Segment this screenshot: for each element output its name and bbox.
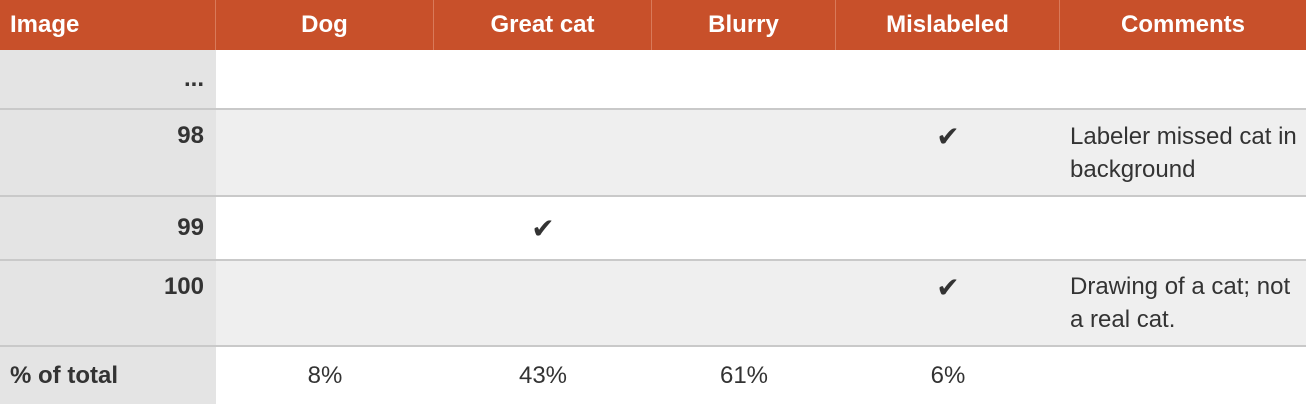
mislabeled-cell bbox=[836, 50, 1060, 110]
column-header-mislabeled: Mislabeled bbox=[836, 0, 1060, 50]
mislabeled-check: ✔ bbox=[836, 261, 1060, 347]
row-index-cell: 99 bbox=[0, 197, 216, 261]
error-analysis-table: Image Dog Great cat Blurry Mislabeled Co… bbox=[0, 0, 1306, 404]
dog-total: 8% bbox=[216, 347, 434, 404]
totals-label: % of total bbox=[0, 347, 216, 404]
mislabeled-total: 6% bbox=[836, 347, 1060, 404]
blurry-cell bbox=[652, 50, 836, 110]
great-cat-total: 43% bbox=[434, 347, 652, 404]
column-header-great-cat: Great cat bbox=[434, 0, 652, 50]
dog-cell bbox=[216, 197, 434, 261]
mislabeled-cell bbox=[836, 197, 1060, 261]
comment-cell: Drawing of a cat; not a real cat. bbox=[1060, 261, 1306, 347]
great-cat-cell bbox=[434, 50, 652, 110]
blurry-cell bbox=[652, 261, 836, 347]
row-index-cell: ... bbox=[0, 50, 216, 110]
dog-cell bbox=[216, 50, 434, 110]
column-header-dog: Dog bbox=[216, 0, 434, 50]
column-header-blurry: Blurry bbox=[652, 0, 836, 50]
comment-cell: Labeler missed cat in background bbox=[1060, 110, 1306, 197]
column-header-comments: Comments bbox=[1060, 0, 1306, 50]
comment-cell bbox=[1060, 197, 1306, 261]
dog-cell bbox=[216, 110, 434, 197]
blurry-cell bbox=[652, 197, 836, 261]
blurry-cell bbox=[652, 110, 836, 197]
blurry-total: 61% bbox=[652, 347, 836, 404]
great-cat-cell bbox=[434, 261, 652, 347]
mislabeled-check: ✔ bbox=[836, 110, 1060, 197]
great-cat-check: ✔ bbox=[434, 197, 652, 261]
row-index-cell: 98 bbox=[0, 110, 216, 197]
great-cat-cell bbox=[434, 110, 652, 197]
comments-total bbox=[1060, 347, 1306, 404]
dog-cell bbox=[216, 261, 434, 347]
column-header-image: Image bbox=[0, 0, 216, 50]
comment-cell bbox=[1060, 50, 1306, 110]
row-index-cell: 100 bbox=[0, 261, 216, 347]
